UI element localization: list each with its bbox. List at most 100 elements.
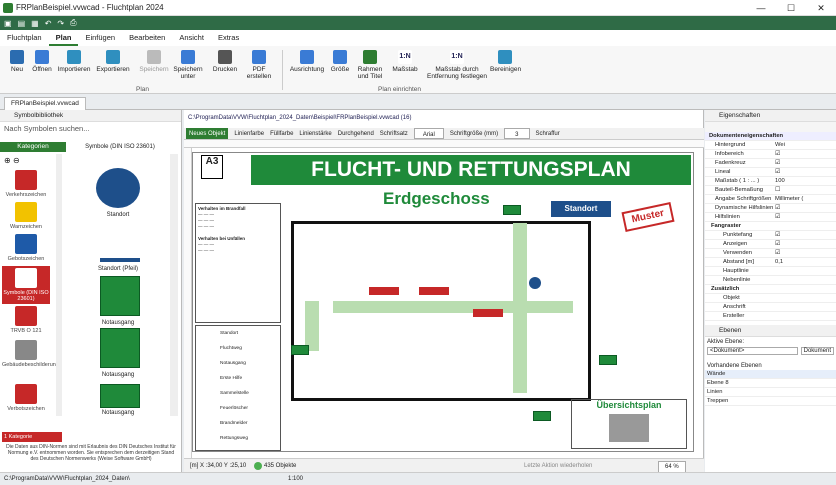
layer-row[interactable]: Wände <box>705 370 836 379</box>
category-item[interactable]: TRVB O 121 <box>2 306 50 334</box>
maximize-button[interactable]: ☐ <box>776 0 806 16</box>
fire-equipment-icon <box>369 287 399 295</box>
window-title: FRPlanBeispiel.vvwcad - Fluchtplan 2024 <box>16 3 164 12</box>
size-button[interactable]: Größe <box>328 50 352 73</box>
tab-einfuegen[interactable]: Einfügen <box>78 30 122 46</box>
hatch-button[interactable]: Schraffur <box>536 128 560 139</box>
prop-row[interactable]: Hilfslinien ☑ <box>705 213 836 222</box>
prop-row[interactable]: Angabe Schriftgrößen Millimeter ( <box>705 195 836 204</box>
prop-row[interactable]: Lineal ☑ <box>705 168 836 177</box>
category-scrollbar[interactable] <box>56 154 62 416</box>
standort-arrow-symbol[interactable] <box>100 228 140 262</box>
tab-fluchtplan[interactable]: Fluchtplan <box>0 30 49 46</box>
scale-distance-button[interactable]: 1:N Maßstab durch Entfernung festlegen <box>424 50 490 80</box>
close-button[interactable]: ✕ <box>806 0 836 16</box>
new-button[interactable]: Neu <box>6 50 28 73</box>
rules-box: Verhalten im Brandfall — — — — — — — — — Ver… <box>195 203 281 323</box>
fill-color-button[interactable]: Füllfarbe <box>270 128 293 139</box>
prop-row[interactable]: Anschrift <box>705 303 836 312</box>
layer-row[interactable]: Ebene 8 <box>705 379 836 388</box>
category-item[interactable]: Gebotszeichen <box>2 234 50 262</box>
escape-route-corridor <box>305 301 319 351</box>
hidden-category-warning[interactable]: 1 Kategorie ausgeblen... <box>2 432 62 450</box>
symbols-header: Symbole (DIN ISO 23601) <box>85 144 155 150</box>
exit-sign-symbol[interactable] <box>100 276 140 316</box>
prop-row[interactable]: Dynamische Hilfslinien ☑ <box>705 204 836 213</box>
active-layer-select[interactable]: <Dokument> <box>707 347 798 355</box>
prop-row[interactable]: Objekt <box>705 294 836 303</box>
cleanup-button[interactable]: Bereinigen <box>490 50 521 73</box>
open-icon[interactable]: ▤ <box>18 19 26 28</box>
new-icon[interactable]: ▣ <box>4 19 12 28</box>
prop-row[interactable]: Abstand [m] 0,1 <box>705 258 836 267</box>
prop-row[interactable]: Bauteil-Bemaßung ☐ <box>705 186 836 195</box>
layer-row[interactable]: Treppen <box>705 397 836 406</box>
scale-button[interactable]: 1:N Maßstab <box>390 50 420 73</box>
extra-section[interactable]: Zusätzlich <box>705 285 836 294</box>
prop-row[interactable]: Fadenkreuz ☑ <box>705 159 836 168</box>
prop-row[interactable]: Hintergrund Wei <box>705 141 836 150</box>
prop-row[interactable]: Ersteller <box>705 312 836 321</box>
tab-ansicht[interactable]: Ansicht <box>172 30 211 46</box>
orientation-button[interactable]: Ausrichtung <box>288 50 326 73</box>
title-bar: FRPlanBeispiel.vvwcad - Fluchtplan 2024 … <box>0 0 836 16</box>
frame-title-button[interactable]: Rahmen und Titel <box>354 50 386 80</box>
line-color-button[interactable]: Linienfarbe <box>234 128 264 139</box>
tab-plan[interactable]: Plan <box>48 30 79 46</box>
ribbon-tabs: Fluchtplan Plan Einfügen Bearbeiten Ansi… <box>0 30 836 46</box>
tab-bearbeiten[interactable]: Bearbeiten <box>122 30 172 46</box>
doc-props-section[interactable]: Dokumenteneigenschaften <box>705 132 836 141</box>
category-item[interactable]: Gebäudebeschilderung <box>2 340 59 368</box>
properties-header: Eigenschaften <box>705 110 836 122</box>
export-button[interactable]: Exportieren <box>94 50 132 73</box>
pdf-button[interactable]: PDF erstellen <box>242 50 276 80</box>
prop-row[interactable]: Infobereich ☑ <box>705 150 836 159</box>
font-select[interactable]: Arial <box>413 128 444 139</box>
escape-plan-drawing[interactable]: A3 FLUCHT- UND RETTUNGSPLAN Erdgeschoss … <box>192 152 694 452</box>
category-item[interactable]: Verbotszeichen <box>2 384 50 412</box>
prop-row[interactable]: Punktefang ☑ <box>705 231 836 240</box>
exit-sign <box>503 205 521 215</box>
category-item[interactable]: Verkehrszeichen <box>2 170 50 198</box>
snap-section[interactable]: Fangraster <box>705 222 836 231</box>
save-icon[interactable]: ▦ <box>31 19 39 28</box>
new-object-button[interactable]: Neues Objekt <box>186 128 229 139</box>
prop-row[interactable]: Nebenlinie <box>705 276 836 285</box>
ribbon: Neu Öffnen Importieren Exportieren Speic… <box>0 46 836 94</box>
doc-tab-active[interactable]: FRPlanBeispiel.vvwcad <box>4 97 86 110</box>
prop-row[interactable]: Verwenden ☑ <box>705 249 836 258</box>
active-layer-button[interactable]: Dokument <box>800 347 834 355</box>
symbol-library-header: Symbolbibliothek <box>0 110 181 122</box>
scale-distance-icon: 1:N <box>450 50 464 64</box>
category-item-selected[interactable]: Symbole (DIN ISO 23601) <box>2 266 50 304</box>
import-button[interactable]: Importieren <box>56 50 92 73</box>
symbol-label: Notausgang <box>101 372 135 378</box>
repeat-action[interactable]: Letzte Aktion wiederholen <box>524 459 592 473</box>
add-category-icon[interactable]: ⊕ <box>4 156 11 165</box>
save-as-button[interactable]: Speichern unter <box>172 50 204 80</box>
tab-extras[interactable]: Extras <box>211 30 246 46</box>
status-path: C:\ProgramData\VVW\Fluchtplan_2024_Daten… <box>4 476 130 482</box>
open-button[interactable]: Öffnen <box>30 50 54 73</box>
remove-category-icon[interactable]: ⊖ <box>13 156 20 165</box>
standort-symbol[interactable] <box>96 168 140 208</box>
exit-arrow-symbol[interactable] <box>100 384 140 408</box>
symbol-search-input[interactable]: Nach Symbolen suchen... <box>4 124 177 136</box>
exit-sign-symbol[interactable] <box>100 328 140 368</box>
prop-row[interactable]: Anzeigen ☑ <box>705 240 836 249</box>
symbol-scrollbar[interactable] <box>170 154 178 416</box>
font-size-input[interactable]: 3 <box>504 128 530 139</box>
symbol-library-panel: Symbolbibliothek Nach Symbolen suchen...… <box>0 110 182 472</box>
prop-row[interactable]: Maßstab ( 1 : ... ) 100 <box>705 177 836 186</box>
minimize-button[interactable]: — <box>746 0 776 16</box>
save-button[interactable]: Speichern <box>138 50 170 73</box>
category-item[interactable]: Warnzeichen <box>2 202 50 230</box>
undo-icon[interactable]: ↶ <box>45 19 52 28</box>
line-style-button[interactable]: Durchgehend <box>338 128 374 139</box>
print-icon[interactable]: ⎙ <box>70 18 76 28</box>
line-width-button[interactable]: Linienstärke <box>299 128 331 139</box>
print-button[interactable]: Drucken <box>210 50 240 73</box>
layer-row[interactable]: Linien <box>705 388 836 397</box>
prop-row[interactable]: Hauptlinie <box>705 267 836 276</box>
redo-icon[interactable]: ↷ <box>57 19 64 28</box>
